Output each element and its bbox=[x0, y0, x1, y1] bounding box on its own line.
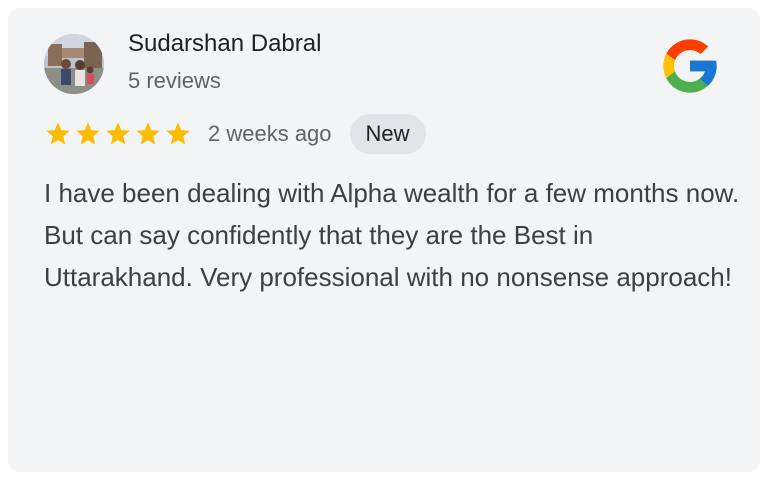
review-count: 5 reviews bbox=[128, 68, 221, 93]
star-icon bbox=[74, 120, 102, 148]
review-time: 2 weeks ago bbox=[208, 121, 332, 146]
star-icon bbox=[104, 120, 132, 148]
star-icon bbox=[164, 120, 192, 148]
new-badge: New bbox=[349, 114, 426, 154]
avatar[interactable] bbox=[44, 34, 104, 94]
star-icon bbox=[44, 120, 72, 148]
star-rating bbox=[44, 120, 194, 148]
review-card: Sudarshan Dabral 5 reviews 2 weeks ago N… bbox=[8, 8, 760, 472]
star-icon bbox=[134, 120, 162, 148]
author-name[interactable]: Sudarshan Dabral bbox=[128, 30, 321, 58]
review-text: I have been dealing with Alpha wealth fo… bbox=[44, 178, 740, 292]
google-g-icon bbox=[658, 34, 722, 98]
avatar-photo bbox=[44, 34, 104, 94]
rating-row: 2 weeks ago New bbox=[44, 112, 426, 156]
